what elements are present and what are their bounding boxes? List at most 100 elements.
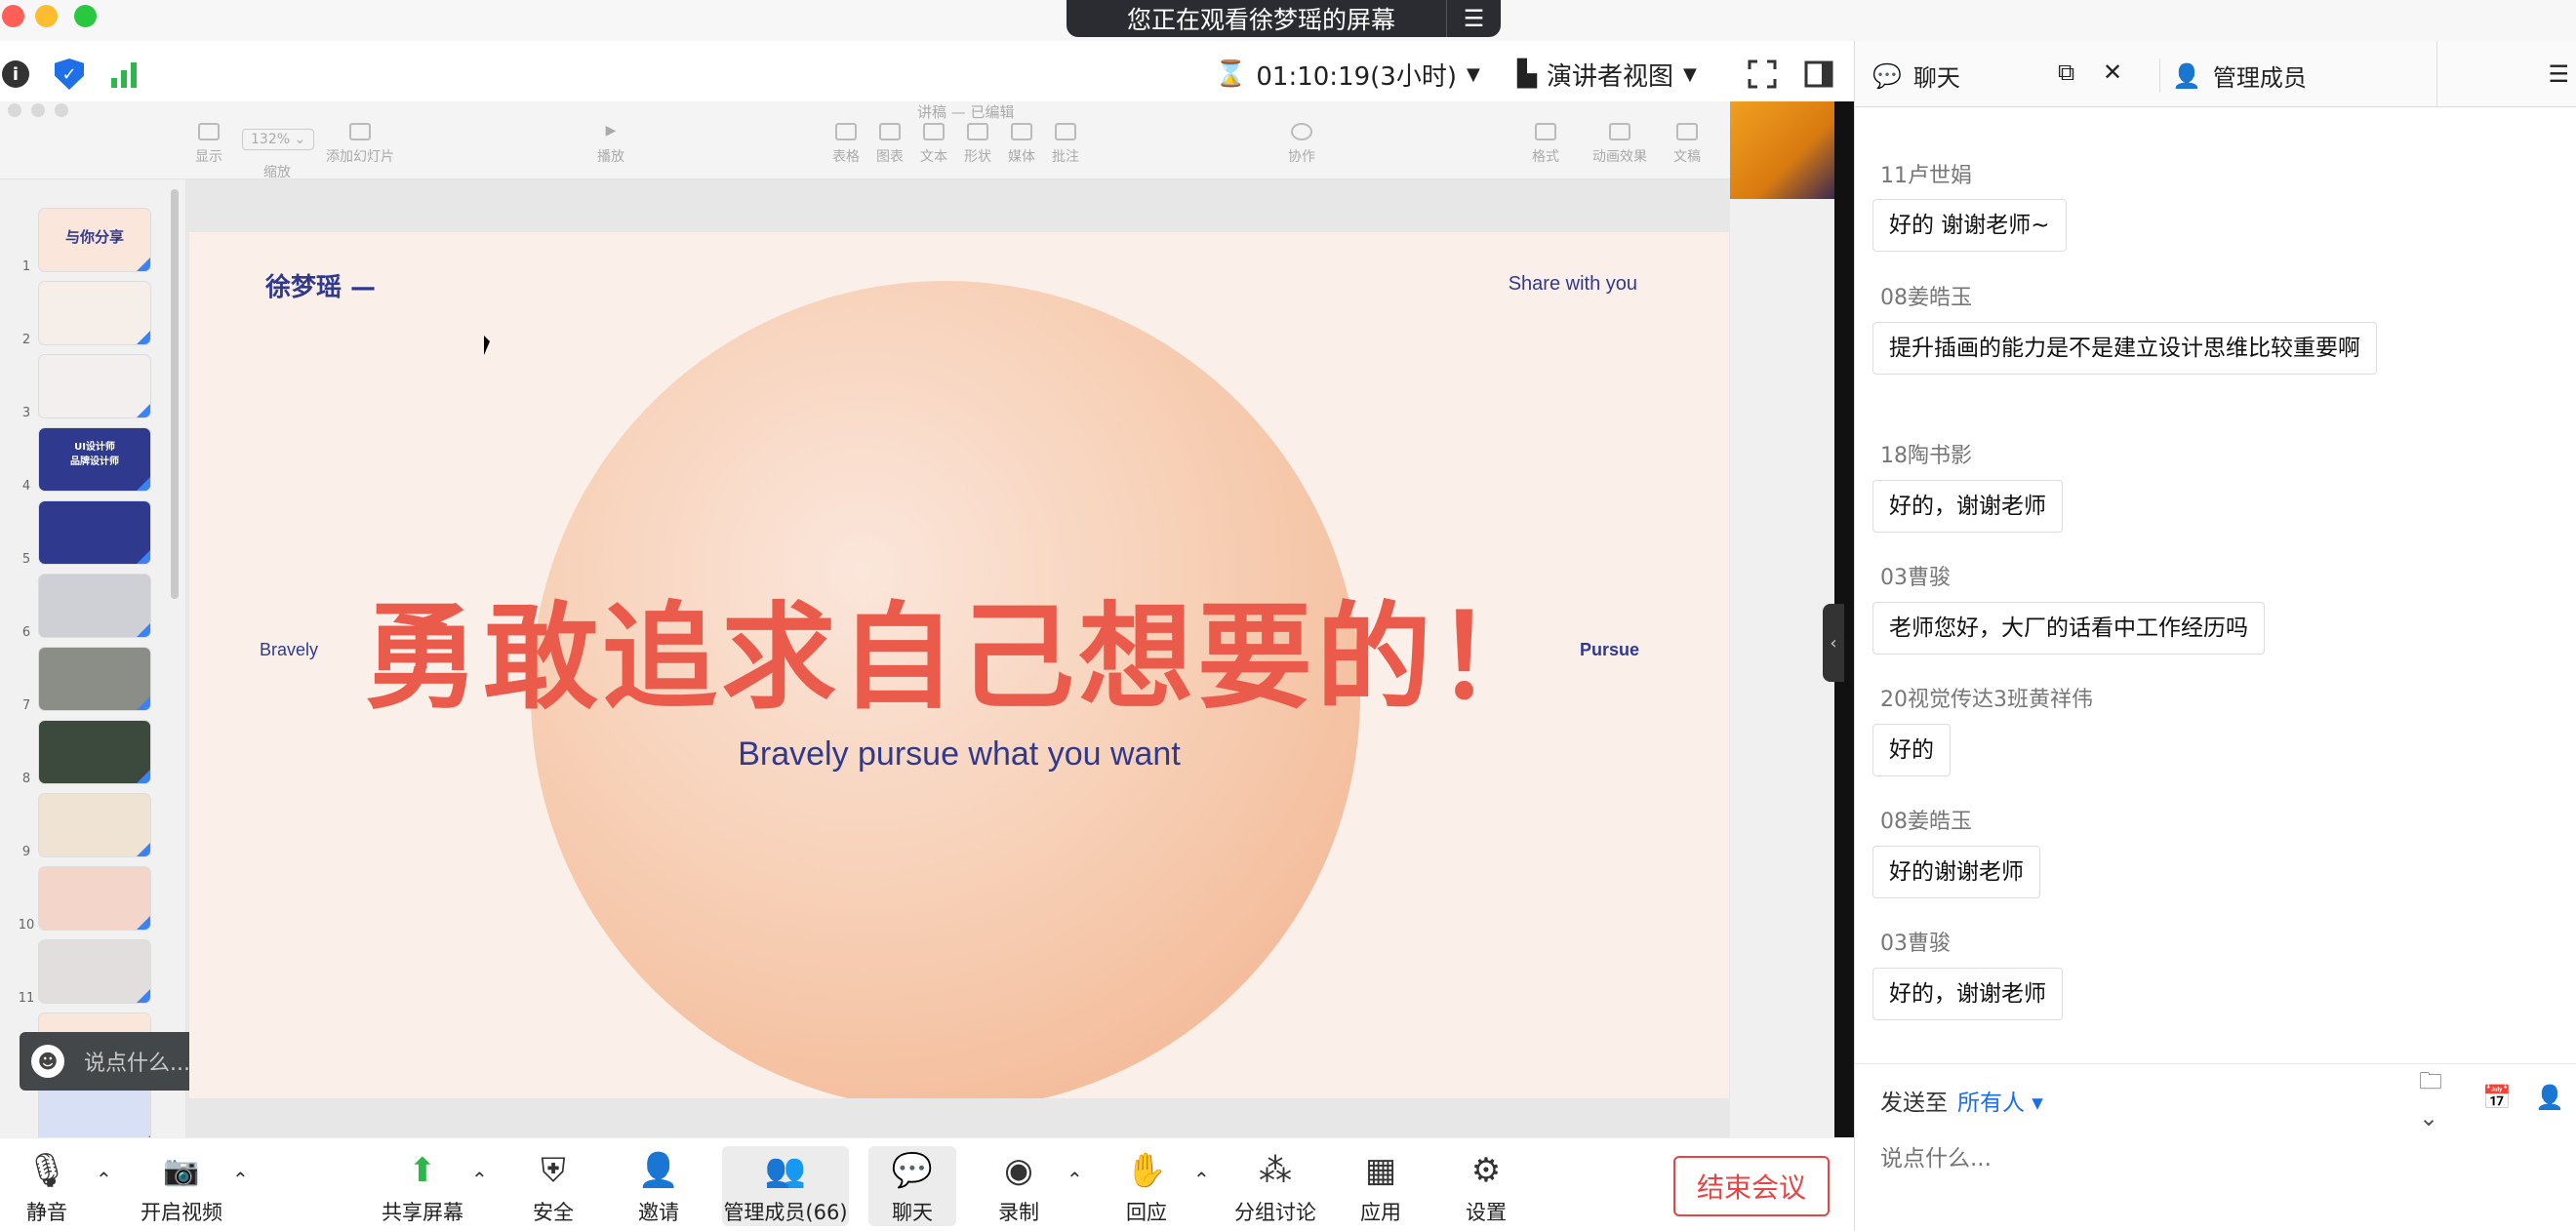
chat-message-bubble[interactable]: 老师您好，大厂的话看中工作经历吗 (1872, 602, 2265, 655)
keynote-tool-table[interactable]: 表格 (832, 123, 860, 166)
file-icon[interactable]: 🗀⌄ (2419, 1067, 2462, 1132)
keynote-tool-animate[interactable]: 动画效果 (1592, 123, 1647, 166)
slide-thumbnail[interactable] (39, 867, 150, 930)
navigator-scrollbar[interactable] (171, 189, 179, 599)
chat-sender: 20视觉传达3班黄祥伟 (1880, 688, 2093, 712)
record-button[interactable]: ◉ 录制 (965, 1150, 1072, 1226)
slide-number: 3 (21, 406, 31, 420)
slide-number: 2 (21, 333, 31, 347)
keynote-tool-chart[interactable]: 图表 (876, 123, 904, 166)
slide-thumbnail[interactable] (39, 355, 150, 417)
zoom-window-button[interactable] (74, 5, 97, 27)
apps-grid-icon: ▦ (1364, 1151, 1397, 1190)
share-options-caret[interactable]: ⌃ (471, 1168, 488, 1191)
slide-thumbnail[interactable] (39, 282, 150, 344)
keynote-zoom[interactable]: 132% ⌄ (242, 129, 315, 150)
slide-thumbnail-title: 与你分享 (64, 228, 124, 246)
encryption-shield-icon[interactable]: ✓ (55, 59, 84, 90)
send-to-selector[interactable]: 发送至 所有人 ▾ (1880, 1084, 2043, 1117)
slide-number: 7 (21, 698, 31, 713)
share-screen-button[interactable]: ⬆ 共享屏幕 (369, 1150, 476, 1226)
slide-thumbnail[interactable]: 与你分享 (39, 209, 150, 271)
manage-members-button[interactable]: 👥 管理成员(66) (722, 1146, 849, 1226)
network-signal-icon[interactable] (109, 59, 139, 88)
chat-input[interactable] (1880, 1134, 2554, 1183)
keynote-tool-comment[interactable]: 批注 (1052, 123, 1079, 166)
viewing-menu-icon[interactable]: ☰ (1446, 0, 1501, 37)
breakout-rooms-button[interactable]: ⁂ 分组讨论 (1222, 1150, 1329, 1226)
tab-members[interactable]: 👤 管理成员 (2159, 59, 2307, 93)
slide-share-with-you: Share with you (1508, 273, 1637, 295)
slide-thumbnail[interactable] (39, 940, 150, 1003)
keynote-tool-format[interactable]: 格式 (1532, 123, 1559, 166)
slide-thumbnail-corner (137, 331, 150, 344)
background-app-image (1730, 101, 1834, 199)
fullscreen-icon[interactable] (1747, 59, 1778, 90)
emoji-icon[interactable]: ☻ (31, 1045, 64, 1078)
tab-chat[interactable]: 💬 聊天 (1872, 59, 1960, 93)
send-to-target[interactable]: 所有人 ▾ (1957, 1091, 2043, 1116)
apps-button[interactable]: ▦ 应用 (1327, 1150, 1434, 1226)
collapse-panel-handle[interactable]: ‹ (1823, 604, 1844, 682)
invite-button[interactable]: 👤 邀请 (605, 1150, 712, 1226)
chat-message-bubble[interactable]: 好的，谢谢老师 (1872, 480, 2063, 533)
keynote-tool-add-slide[interactable]: 添加幻灯片 (326, 123, 394, 166)
chat-sender: 03曹骏 (1880, 566, 1951, 590)
slide-thumbnail[interactable] (39, 501, 150, 564)
chat-message-bubble[interactable]: 好的 谢谢老师~ (1872, 199, 2067, 252)
slide-thumbnail[interactable] (39, 794, 150, 856)
keynote-tool-shape[interactable]: 形状 (964, 123, 991, 166)
chat-message-bubble[interactable]: 好的 (1872, 724, 1951, 776)
toggle-sidebar-icon[interactable] (1803, 59, 1834, 90)
chat-message-list[interactable]: 老师你好，比较喜欢插画推荐近插画闪可还是元 提升自己的能力。11卢世娟好的 谢谢… (1855, 107, 2576, 1063)
keynote-tool-media[interactable]: 媒体 (1008, 123, 1035, 166)
chat-message-bubble[interactable]: 好的，谢谢老师 (1872, 968, 2063, 1020)
slide-thumbnail[interactable] (39, 721, 150, 783)
view-mode-dropdown[interactable]: ▙ 演讲者视图 ▼ (1517, 57, 1697, 92)
chat-button[interactable]: 💬 聊天 (868, 1146, 956, 1226)
reaction-placeholder[interactable]: 说点什么... (84, 1046, 190, 1077)
minimize-window-button[interactable] (35, 5, 58, 27)
keynote-tool-play[interactable]: ▶ 播放 (597, 123, 624, 166)
audio-options-caret[interactable]: ⌃ (96, 1168, 112, 1191)
slide-number: 4 (21, 479, 31, 494)
slide-thumbnail[interactable] (39, 575, 150, 637)
keynote-doc-title: 讲稿 — 已编辑 (917, 103, 1015, 121)
video-options-caret[interactable]: ⌃ (232, 1168, 249, 1191)
reactions-options-caret[interactable]: ⌃ (1193, 1168, 1210, 1191)
chevron-down-icon: ▼ (1466, 63, 1480, 85)
mouse-cursor-icon (484, 336, 490, 355)
popout-chat-icon[interactable]: ⧉ (2058, 59, 2074, 86)
announcement-icon[interactable]: 📅 (2475, 1078, 2518, 1117)
panel-menu-icon[interactable]: ☰ (2436, 41, 2576, 107)
keynote-tool-document[interactable]: 文稿 (1673, 123, 1701, 166)
start-video-button[interactable]: 📷 开启视频 (128, 1150, 235, 1226)
keynote-tool-zoom[interactable]: 缩放 (263, 162, 291, 181)
close-chat-icon[interactable]: ✕ (2103, 59, 2122, 86)
mention-user-icon[interactable]: 👤 (2528, 1078, 2571, 1117)
viewing-banner-text: 您正在观看徐梦瑶的屏幕 (1126, 6, 1395, 34)
slide-navigator[interactable]: 与你分享123UI设计师 品牌设计师4567891011对生活保持热情1213 (0, 179, 185, 1137)
keynote-tool-collaborate[interactable]: 协作 (1288, 123, 1315, 166)
keynote-tool-view[interactable]: 显示 (195, 123, 222, 166)
meeting-controls: 🎙 静音 ⌃ 📷 开启视频 ⌃ ⬆ 共享屏幕 ⌃ ⛨ 安全 👤 邀请 👥 管理成… (0, 1137, 1854, 1231)
keynote-tool-text[interactable]: 文本 (920, 123, 947, 166)
chat-message-bubble[interactable]: 提升插画的能力是不是建立设计思维比较重要啊 (1872, 322, 2377, 375)
slide-thumbnail[interactable] (39, 648, 150, 710)
slide-thumbnail-corner (137, 770, 150, 783)
end-meeting-button[interactable]: 结束会议 (1673, 1156, 1830, 1216)
settings-button[interactable]: ⚙ 设置 (1432, 1150, 1540, 1226)
viewing-banner[interactable]: 您正在观看徐梦瑶的屏幕 ☰ (1067, 0, 1501, 37)
meeting-timer[interactable]: ⌛ 01:10:19(3小时) ▼ (1215, 57, 1480, 92)
close-window-button[interactable] (2, 5, 24, 27)
slide-headline: 勇敢追求自己想要的！ (363, 590, 1554, 725)
meeting-info-icon[interactable]: i (2, 60, 29, 88)
security-button[interactable]: ⛨ 安全 (500, 1150, 607, 1226)
record-options-caret[interactable]: ⌃ (1067, 1168, 1083, 1191)
slide-thumbnail[interactable] (39, 1087, 150, 1137)
slide-thumbnail[interactable]: UI设计师 品牌设计师 (39, 428, 150, 491)
chat-panel: 💬 聊天 ⧉ ✕ 👤 管理成员 ☰ 老师你好，比较喜欢插画推荐近插画闪可还是元 … (1854, 41, 2576, 1231)
chat-message-bubble[interactable]: 好的谢谢老师 (1872, 846, 2040, 898)
reactions-button[interactable]: ✋ 回应 (1093, 1150, 1200, 1226)
mute-button[interactable]: 🎙 静音 (0, 1150, 101, 1226)
